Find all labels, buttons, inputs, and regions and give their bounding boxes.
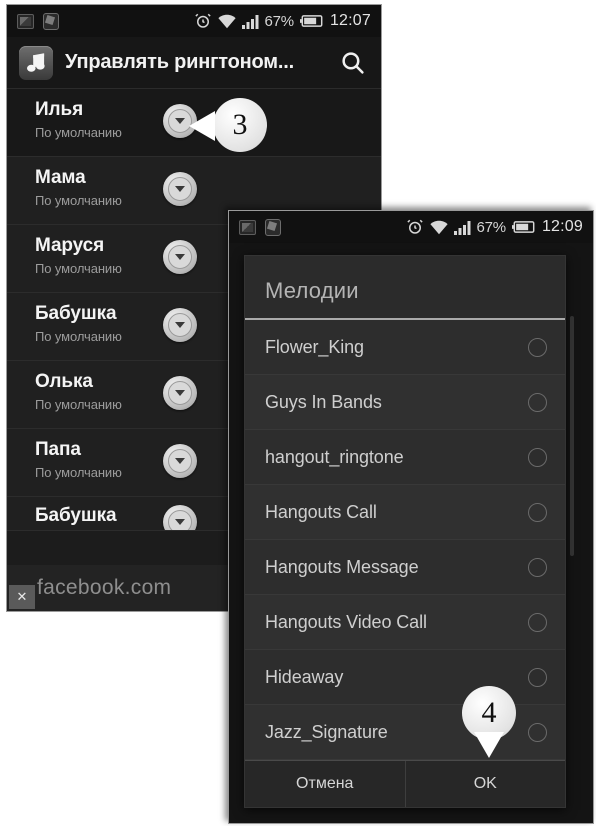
watermark-text: facebook.com [37,576,172,599]
ringtone-name: Hangouts Message [265,556,419,577]
callout-marker-4: 4 [462,686,516,758]
radio-button[interactable] [528,722,547,742]
list-item[interactable]: Guys In Bands [245,375,565,430]
battery-icon [511,220,536,234]
ringtone-dropdown-button[interactable] [163,505,197,530]
radio-button[interactable] [528,502,547,522]
contact-subtitle: По умолчанию [35,193,122,208]
signal-icon [241,14,259,29]
list-item[interactable]: Flower_King [245,320,565,375]
page-title: Управлять рингтоном... [65,51,294,73]
battery-percent: 67% [264,12,295,30]
cancel-button[interactable]: Отмена [245,761,406,807]
radio-button[interactable] [528,612,547,632]
ringtone-dialog: Мелодии Flower_King Guys In Bands hangou… [244,255,574,808]
battery-icon [299,14,324,28]
ringtone-name: Hideaway [265,666,344,687]
list-item[interactable]: Hideaway [245,650,565,705]
action-bar: Управлять рингтоном... [7,37,381,89]
radio-button[interactable] [528,447,547,467]
list-item[interactable]: Jazz_Signature [245,705,565,760]
callout-marker-3: 3 [189,98,267,152]
chevron-down-icon [168,510,192,530]
list-item[interactable]: Hangouts Call [245,485,565,540]
alarm-icon [406,218,424,236]
ringtone-name: Hangouts Video Call [265,611,427,632]
chevron-down-icon [168,381,192,405]
list-item[interactable]: Hangouts Video Call [245,595,565,650]
arrow-left-icon [189,111,215,141]
ringtone-name: Hangouts Call [265,501,377,522]
ringtone-name: Jazz_Signature [265,721,388,742]
clock-time: 12:07 [329,12,371,29]
scrollbar[interactable] [570,316,574,556]
screenshot-icon [43,12,59,30]
phone-screen-ringtone-dialog: 67% 12:09 Мелодии Flower_King Guys In Ba… [228,210,594,824]
message-icon [239,219,256,235]
ringtone-dropdown-button[interactable] [163,444,197,478]
radio-button[interactable] [528,667,547,687]
callout-number: 3 [213,98,267,152]
clock-time: 12:09 [541,218,583,235]
status-bar-system-icons: 67% 12:09 [406,218,583,236]
ringtone-name: hangout_ringtone [265,446,404,467]
ringtone-dropdown-button[interactable] [163,240,197,274]
status-bar-system-icons: 67% 12:07 [194,12,371,30]
ok-button[interactable]: OK [406,761,566,807]
ringtone-dropdown-button[interactable] [163,308,197,342]
dialog-title: Мелодии [245,256,565,320]
status-bar-notifications [17,12,59,30]
search-icon[interactable] [335,46,369,80]
status-bar-phone1: 67% 12:07 [7,5,381,37]
contact-name: Мама [35,167,86,188]
chevron-down-icon [168,177,192,201]
status-bar-phone2: 67% 12:09 [229,211,593,243]
ringtone-dropdown-button[interactable] [163,376,197,410]
signal-icon [453,220,471,235]
message-icon [17,13,34,29]
dialog-actions: Отмена OK [245,760,565,807]
screenshot-icon [265,218,281,236]
status-bar-notifications [239,218,281,236]
arrow-down-icon [474,732,504,758]
radio-button[interactable] [528,557,547,577]
list-item[interactable]: hangout_ringtone [245,430,565,485]
ringtone-list[interactable]: Flower_King Guys In Bands hangout_ringto… [245,320,565,760]
music-note-icon [19,45,53,80]
ringtone-name: Guys In Bands [265,391,382,412]
ringtone-name: Flower_King [265,336,364,357]
ringtone-dropdown-button[interactable] [163,172,197,206]
wifi-icon [429,220,448,235]
chevron-down-icon [168,313,192,337]
radio-button[interactable] [528,337,547,357]
radio-button[interactable] [528,392,547,412]
battery-percent: 67% [476,218,507,236]
wifi-icon [217,14,236,29]
close-icon[interactable]: ✕ [9,585,35,609]
alarm-icon [194,12,212,30]
chevron-down-icon [168,245,192,269]
list-item[interactable]: Hangouts Message [245,540,565,595]
chevron-down-icon [168,449,192,473]
